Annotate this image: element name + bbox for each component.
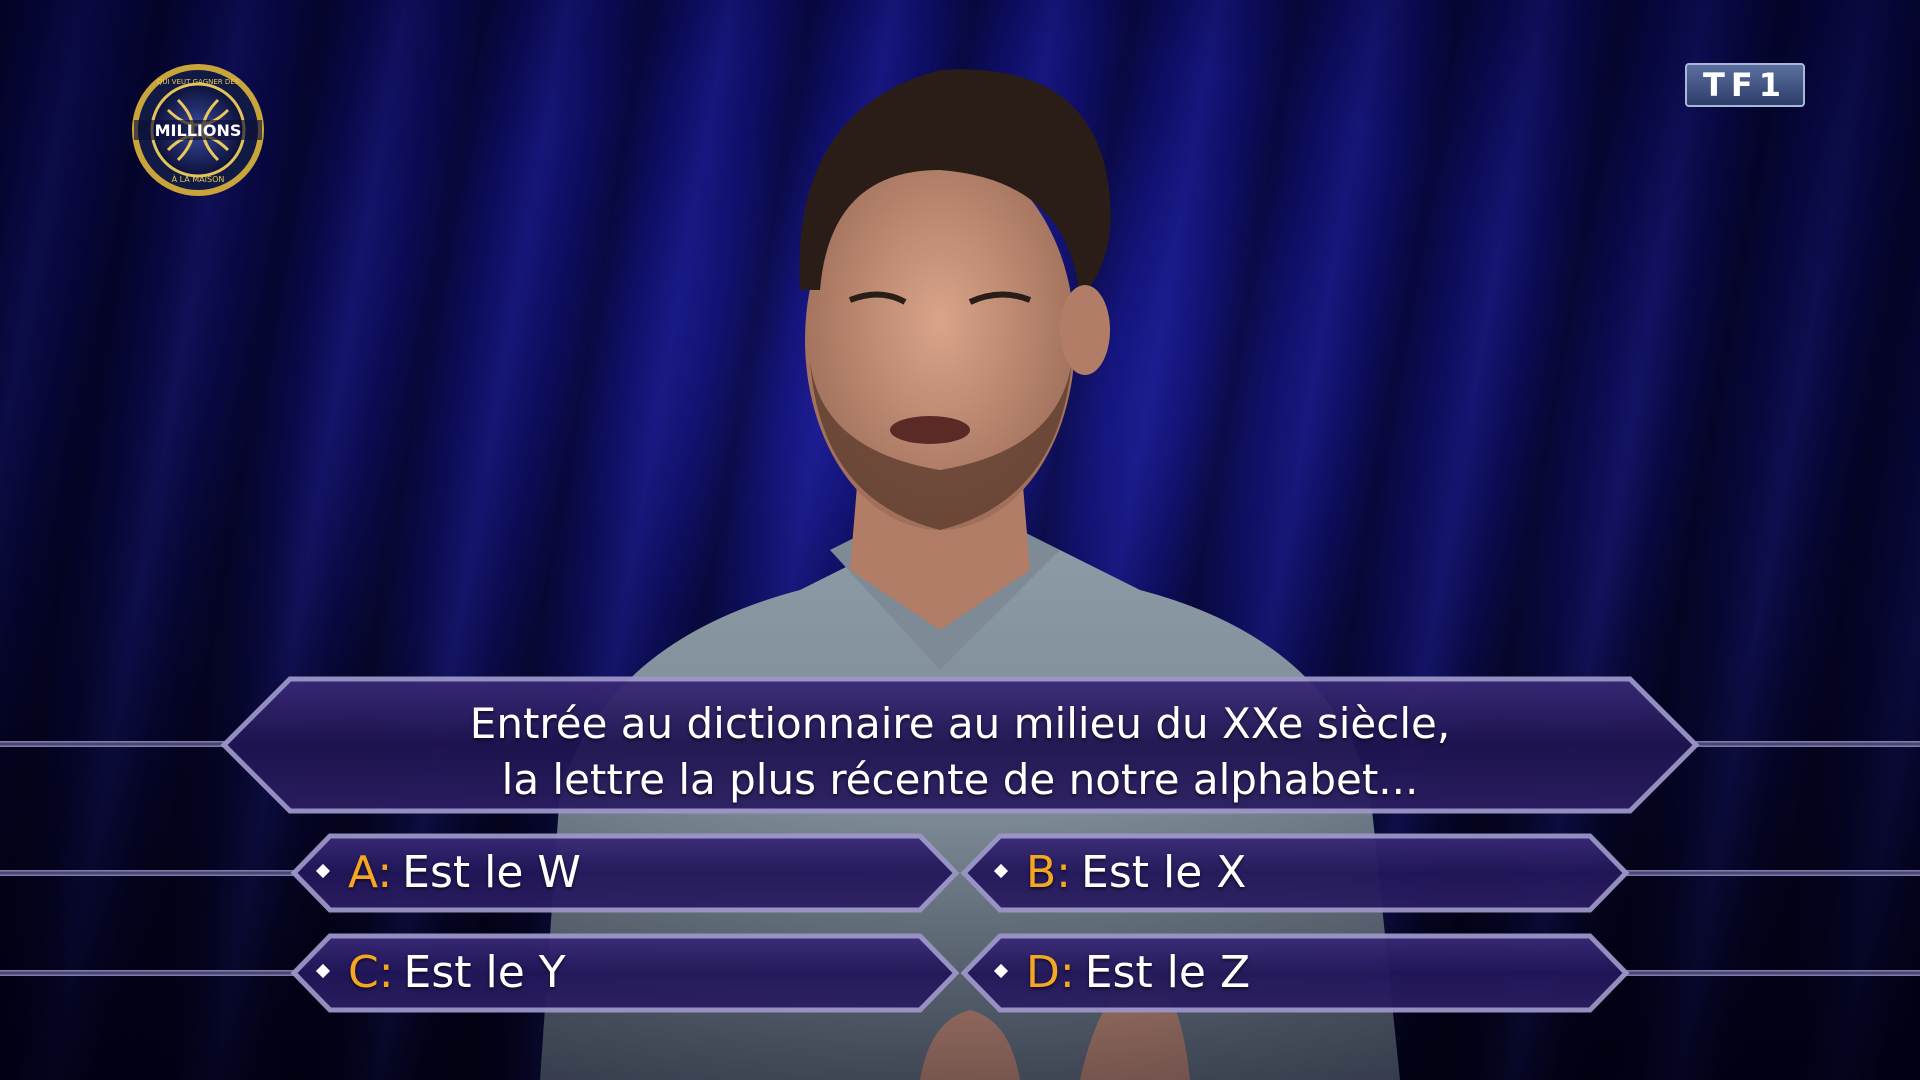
game-screen: MILLIONS QUI VEUT GAGNER DES À LA MAISON… <box>0 0 1920 1080</box>
diamond-bullet-icon <box>993 863 1009 879</box>
question-line-1: Entrée au dictionnaire au milieu du XXe … <box>469 699 1451 748</box>
answer-text-c: Est le Y <box>403 947 566 998</box>
question-rail-right <box>1690 741 1920 747</box>
channel-logo-text: TF1 <box>1703 66 1787 104</box>
question-panel: Entrée au dictionnaire au milieu du XXe … <box>0 660 1920 1080</box>
show-logo-top-text: QUI VEUT GAGNER DES <box>157 78 240 86</box>
answer-option-c[interactable]: C: Est le Y <box>315 933 566 1013</box>
answer-option-d[interactable]: D: Est le Z <box>993 933 1251 1013</box>
channel-logo: TF1 <box>1685 63 1805 107</box>
answer-text-a: Est le W <box>402 847 581 898</box>
answer-rail-right-2 <box>1620 970 1920 976</box>
answer-letter-c: C: <box>348 947 394 998</box>
answer-rail-left-1 <box>0 870 300 876</box>
answer-letter-d: D: <box>1026 947 1075 998</box>
answer-option-a[interactable]: A: Est le W <box>315 833 581 913</box>
answer-rail-left-2 <box>0 970 300 976</box>
show-logo: MILLIONS QUI VEUT GAGNER DES À LA MAISON <box>132 64 264 196</box>
diamond-bullet-icon <box>315 863 331 879</box>
question-line-2: la lettre la plus récente de notre alpha… <box>501 755 1419 804</box>
show-logo-main-text: MILLIONS <box>155 121 242 140</box>
diamond-bullet-icon <box>993 963 1009 979</box>
question-text: Entrée au dictionnaire au milieu du XXe … <box>250 696 1670 808</box>
question-rail-left <box>0 741 230 747</box>
show-logo-bottom-text: À LA MAISON <box>172 173 225 184</box>
answer-text-d: Est le Z <box>1084 947 1251 998</box>
answer-letter-b: B: <box>1026 847 1072 898</box>
answer-letter-a: A: <box>348 847 393 898</box>
answer-option-b[interactable]: B: Est le X <box>993 833 1247 913</box>
diamond-bullet-icon <box>315 963 331 979</box>
answer-text-b: Est le X <box>1081 847 1247 898</box>
answer-rail-right-1 <box>1620 870 1920 876</box>
